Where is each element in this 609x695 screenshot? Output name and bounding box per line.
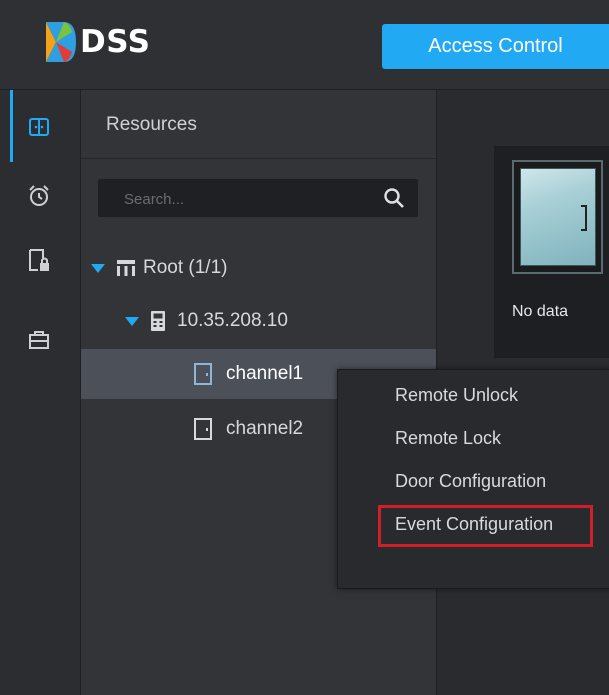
- access-control-button[interactable]: Access Control: [382, 24, 609, 69]
- menu-item-remote-unlock[interactable]: Remote Unlock: [395, 385, 518, 406]
- tree-channel-label: channel2: [226, 418, 304, 439]
- search-box: [98, 179, 418, 219]
- top-bar: DSS Access Control: [0, 0, 609, 90]
- door-status: No data: [512, 303, 569, 320]
- tree-channel-label: channel1: [226, 363, 304, 384]
- access-control-icon[interactable]: [26, 114, 52, 140]
- door-handle: [581, 205, 587, 231]
- tree-root-label: Root (1/1): [143, 257, 228, 278]
- context-menu: Remote Unlock Remote Lock Door Configura…: [337, 369, 609, 589]
- door-panel-image: [520, 168, 596, 266]
- expand-caret-icon[interactable]: [91, 263, 105, 273]
- menu-item-door-configuration[interactable]: Door Configuration: [395, 471, 546, 492]
- search-icon[interactable]: [383, 187, 405, 209]
- dss-logo-icon: [46, 22, 76, 62]
- tree-root[interactable]: Root (1/1): [81, 243, 436, 293]
- logo-text: DSS: [80, 24, 151, 60]
- door-lock-icon[interactable]: [26, 248, 52, 274]
- search-input[interactable]: [110, 179, 376, 219]
- door-image: [512, 160, 603, 274]
- door-channel-icon: [194, 418, 212, 440]
- alarm-clock-icon[interactable]: [26, 183, 52, 209]
- left-nav: [0, 90, 81, 695]
- toolbox-icon[interactable]: [26, 327, 52, 353]
- tree-device-label: 10.35.208.10: [177, 310, 288, 331]
- highlight-box: [378, 505, 593, 547]
- divider: [81, 158, 436, 159]
- tree-device[interactable]: 10.35.208.10: [81, 296, 436, 346]
- organization-icon: [117, 260, 135, 276]
- app-logo: DSS: [42, 18, 151, 66]
- door-channel-icon: [194, 363, 212, 385]
- active-indicator: [10, 90, 13, 162]
- expand-caret-icon[interactable]: [125, 316, 139, 326]
- device-icon: [151, 311, 165, 331]
- menu-item-remote-lock[interactable]: Remote Lock: [395, 428, 501, 449]
- panel-title: Resources: [106, 114, 197, 135]
